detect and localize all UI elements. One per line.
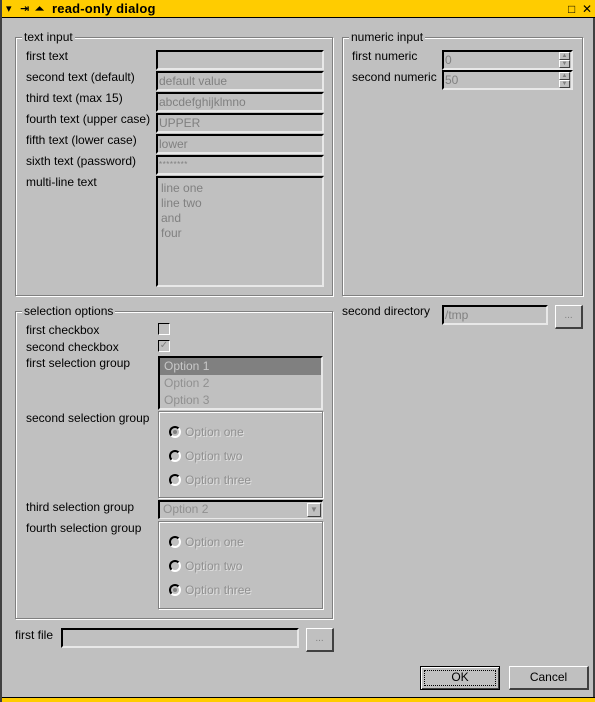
fourth-text-field[interactable]: UPPER	[156, 113, 324, 133]
second-numeric-label: second numeric	[352, 70, 437, 84]
first-selection-listbox[interactable]: Option 1 Option 2 Option 3	[158, 356, 323, 410]
radio-selected-icon[interactable]	[169, 584, 181, 596]
text-line: and	[161, 211, 182, 225]
second-numeric-spinbox[interactable]: 50 ▲ ▼	[442, 70, 573, 90]
spin-up-icon[interactable]: ▲	[559, 72, 570, 80]
fourth-text-label: fourth text (upper case)	[26, 112, 151, 126]
text-line: four	[161, 226, 182, 240]
list-option[interactable]: Option 3	[160, 392, 321, 409]
close-icon[interactable]: ✕	[582, 2, 592, 16]
chevron-down-icon[interactable]: ▼	[307, 503, 321, 517]
second-numeric-value: 50	[445, 73, 459, 87]
group-title: text input	[22, 30, 75, 44]
first-checkbox[interactable]	[158, 323, 170, 335]
browse-directory-button[interactable]: ...	[555, 305, 583, 329]
second-selection-radiogroup: Option one Option two Option three	[158, 411, 323, 498]
fifth-text-label: fifth text (lower case)	[26, 133, 137, 147]
text-line: line two	[161, 196, 202, 210]
first-checkbox-label: first checkbox	[26, 323, 100, 337]
multiline-text-label: multi-line text	[26, 175, 97, 189]
combo-value: Option 2	[163, 502, 209, 516]
radio-option-two[interactable]: Option two	[169, 448, 242, 464]
maximize-icon[interactable]: □	[568, 2, 575, 16]
third-text-field[interactable]: abcdefghijklmno	[156, 92, 324, 112]
multiline-text-area[interactable]: line one line two and four	[156, 176, 324, 287]
cancel-label: Cancel	[529, 670, 568, 684]
checkmark-icon: ✓	[159, 340, 169, 351]
title-bar[interactable]: ▾ ⇥ ⏶ read-only dialog □ ✕	[2, 0, 595, 18]
radio-option-three[interactable]: Option three	[169, 472, 251, 488]
pin-icon[interactable]: ⇥	[20, 2, 29, 16]
second-selection-group-label: second selection group	[26, 411, 150, 425]
spin-down-icon[interactable]: ▼	[559, 80, 570, 88]
third-selection-combobox[interactable]: Option 2 ▼	[158, 500, 323, 519]
second-checkbox-label: second checkbox	[26, 340, 119, 354]
radio-label: Option two	[185, 559, 243, 573]
second-directory-field[interactable]: /tmp	[442, 305, 548, 325]
second-directory-label: second directory	[342, 304, 431, 318]
third-selection-group-label: third selection group	[26, 500, 135, 514]
first-file-label: first file	[15, 628, 54, 642]
fourth-selection-group-label: fourth selection group	[26, 521, 142, 535]
radio-label: Option two	[185, 449, 243, 463]
window-bottom-border[interactable]	[2, 697, 595, 702]
radio-option-one[interactable]: Option one	[169, 534, 244, 550]
radio-icon[interactable]	[169, 560, 181, 572]
list-option[interactable]: Option 2	[160, 375, 321, 392]
fifth-text-field[interactable]: lower	[156, 134, 324, 154]
radio-selected-icon[interactable]	[169, 426, 181, 438]
focus-ring	[424, 670, 496, 686]
group-title: selection options	[22, 304, 116, 318]
first-file-field[interactable]	[61, 628, 299, 648]
radio-option-three[interactable]: Option three	[169, 582, 251, 598]
second-text-field[interactable]: default value	[156, 71, 324, 91]
second-text-label: second text (default)	[26, 70, 135, 84]
third-text-label: third text (max 15)	[26, 91, 123, 105]
radio-label: Option three	[185, 583, 252, 597]
browse-file-button[interactable]: ...	[306, 628, 334, 652]
spin-down-icon[interactable]: ▼	[559, 60, 570, 68]
cancel-button[interactable]: Cancel	[509, 666, 589, 690]
radio-label: Option one	[185, 425, 244, 439]
first-selection-group-label: first selection group	[26, 356, 131, 370]
first-numeric-label: first numeric	[352, 49, 418, 63]
ok-button[interactable]: OK	[420, 666, 500, 690]
first-numeric-value: 0	[445, 53, 452, 67]
first-numeric-spinbox[interactable]: 0 ▲ ▼	[442, 50, 573, 70]
radio-icon[interactable]	[169, 474, 181, 486]
text-line: line one	[161, 181, 204, 195]
password-field[interactable]: ********	[156, 155, 324, 175]
shade-icon[interactable]: ⏶	[35, 2, 44, 16]
radio-icon[interactable]	[169, 536, 181, 548]
group-title: numeric input	[349, 30, 426, 44]
radio-option-one[interactable]: Option one	[169, 424, 244, 440]
fourth-selection-radiogroup: Option one Option two Option three	[158, 521, 323, 609]
radio-label: Option three	[185, 473, 252, 487]
menu-icon[interactable]: ▾	[6, 2, 12, 16]
list-option[interactable]: Option 1	[160, 358, 321, 375]
dialog-window: ▾ ⇥ ⏶ read-only dialog □ ✕ text input fi…	[0, 0, 595, 702]
radio-label: Option one	[185, 535, 244, 549]
radio-icon[interactable]	[169, 450, 181, 462]
radio-option-two[interactable]: Option two	[169, 558, 242, 574]
first-text-label: first text	[26, 49, 69, 63]
spin-up-icon[interactable]: ▲	[559, 52, 570, 60]
sixth-text-label: sixth text (password)	[26, 154, 137, 168]
window-title: read-only dialog	[52, 1, 156, 16]
second-checkbox[interactable]: ✓	[158, 340, 170, 352]
first-text-field[interactable]	[156, 50, 324, 70]
